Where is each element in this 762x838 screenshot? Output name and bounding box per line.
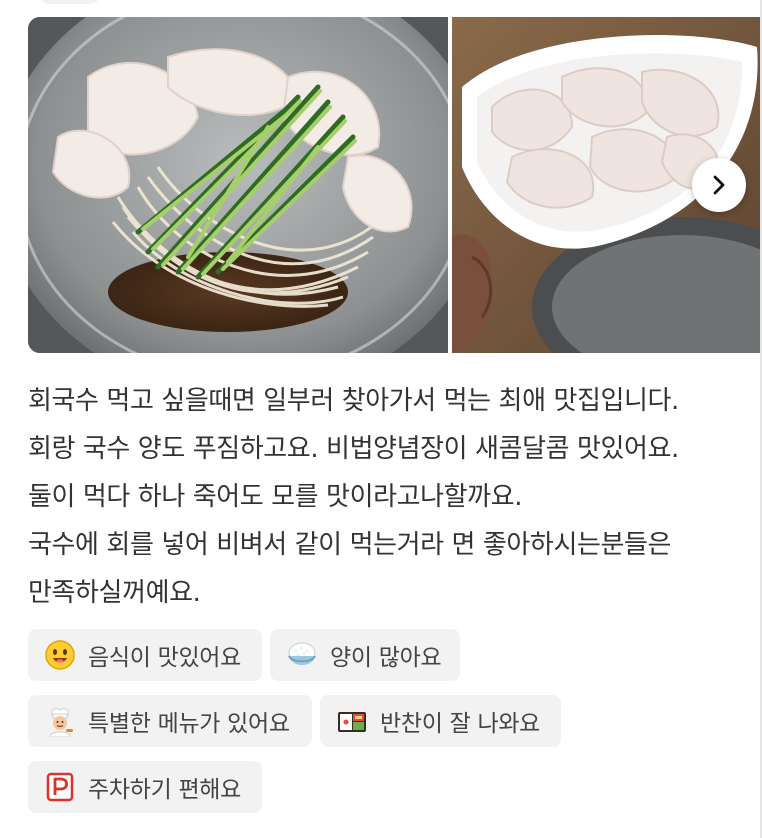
keyword-chip-special-menu[interactable]: 특별한 메뉴가 있어요: [28, 695, 312, 747]
parking-sign-icon: [46, 772, 74, 802]
keyword-chip-portion[interactable]: 양이 많아요: [270, 629, 460, 681]
review-line: 국수에 회를 넣어 비벼서 같이 먹는거라 면 좋아하시는분들은: [28, 530, 672, 560]
review-line: 회국수 먹고 싶을때면 일부러 찾아가서 먹는 최애 맛집입니다.: [28, 386, 679, 416]
keyword-label: 반찬이 잘 나와요: [380, 711, 541, 737]
review-line: 회랑 국수 양도 푸짐하고요. 비법양념장이 새콤달콤 맛있어요.: [28, 434, 679, 464]
review-text: 회국수 먹고 싶을때면 일부러 찾아가서 먹는 최애 맛집입니다. 회랑 국수 …: [28, 377, 740, 617]
keyword-label: 주차하기 편해요: [88, 777, 242, 803]
keyword-chip-parking[interactable]: 주차하기 편해요: [28, 761, 262, 813]
smiling-face-icon: [45, 640, 75, 670]
keyword-chip-tasty[interactable]: 음식이 맛있어요: [28, 629, 262, 681]
next-photo-button[interactable]: [692, 158, 746, 212]
review-photo-1[interactable]: [28, 17, 448, 353]
chef-icon: [49, 708, 73, 737]
keyword-chip-side-dishes[interactable]: 반찬이 잘 나와요: [320, 695, 561, 747]
noodle-bowl-photo: [28, 17, 448, 353]
chevron-right-icon: [713, 175, 725, 195]
review-line: 만족하실꺼예요.: [28, 578, 201, 608]
previous-item-edge: [40, 0, 100, 4]
bento-box-icon: [338, 712, 366, 732]
photo-gallery[interactable]: [28, 17, 760, 353]
keyword-label: 양이 많아요: [330, 645, 442, 671]
rice-bowl-icon: [288, 642, 316, 665]
review-line: 둘이 먹다 하나 죽어도 모를 맛이라고나할까요.: [28, 482, 523, 512]
keyword-label: 음식이 맛있어요: [88, 645, 242, 671]
keyword-label: 특별한 메뉴가 있어요: [88, 711, 290, 737]
